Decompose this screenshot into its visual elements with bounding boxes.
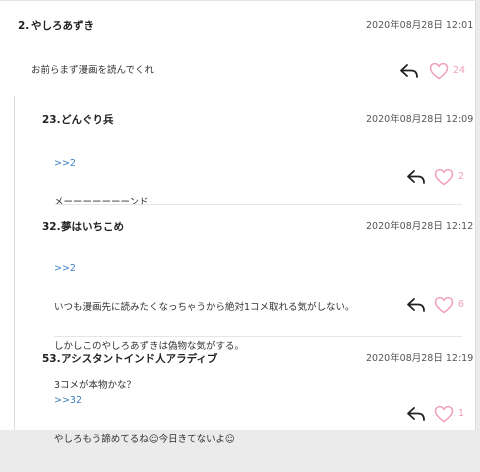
comment-text-line: いつも漫画先に読みたくなっちゃうから絶対1コメ取れる気がしない。 — [54, 302, 355, 313]
comment-author: 夢はいちこめ — [61, 221, 124, 233]
comment-body: >>32 やしろもう諦めてるね☺今日きてないよ☺ — [54, 368, 235, 472]
reply-button[interactable] — [405, 294, 427, 316]
reply-anchor-link[interactable]: >>2 — [54, 262, 355, 275]
comment-author: アシスタントインド人アラディブ — [61, 353, 218, 365]
heart-outline-icon — [434, 405, 454, 423]
comment-date: 2020年08月28日 12:12 — [366, 221, 474, 232]
comment-actions: 2 — [405, 166, 475, 188]
reply-arrow-icon — [407, 407, 425, 421]
comment-date: 2020年08月28日 12:01 — [366, 20, 474, 31]
comment-author: どんぐり兵 — [61, 114, 114, 126]
comment-number: 53. — [42, 353, 61, 365]
reply-button[interactable] — [405, 166, 427, 188]
reply-arrow-icon — [407, 170, 425, 184]
comment-author: やしろあずき — [31, 20, 94, 32]
reply-anchor-link[interactable]: >>2 — [54, 157, 149, 170]
reply-button[interactable] — [398, 60, 420, 82]
heart-outline-icon — [434, 296, 454, 314]
like-button[interactable] — [433, 403, 455, 425]
comment-number: 23. — [42, 114, 61, 126]
comment-date: 2020年08月28日 12:19 — [366, 353, 474, 364]
like-count: 2 — [458, 171, 465, 182]
comment-text-line: お前らまず漫画を読んでくれ — [31, 65, 155, 76]
comment-panel: 2. やしろあずき 2020年08月28日 12:01 お前らまず漫画を読んでく… — [0, 0, 476, 445]
comment-number: 2. — [18, 20, 30, 32]
reply-arrow-icon — [407, 298, 425, 312]
comment-item: 23. どんぐり兵 2020年08月28日 12:09 >>2 メーーーーーーー… — [14, 96, 476, 208]
like-button[interactable] — [433, 166, 455, 188]
comment-number: 32. — [42, 221, 61, 233]
heart-outline-icon — [434, 168, 454, 186]
comment-text-line: やしろもう諦めてるね☺今日きてないよ☺ — [54, 434, 235, 445]
like-count: 6 — [458, 299, 465, 310]
comment-item: 32. 夢はいちこめ 2020年08月28日 12:12 >>2 いつも漫画先に… — [14, 205, 476, 391]
comment-actions: 1 — [405, 403, 475, 425]
like-count: 1 — [458, 408, 465, 419]
like-count: 24 — [453, 65, 466, 76]
like-button[interactable] — [433, 294, 455, 316]
comment-item: 2. やしろあずき 2020年08月28日 12:01 お前らまず漫画を読んでく… — [0, 0, 476, 96]
reply-arrow-icon — [400, 64, 418, 78]
comment-body: お前らまず漫画を読んでくれ — [31, 38, 154, 103]
comment-item: 53. アシスタントインド人アラディブ 2020年08月28日 12:19 >>… — [14, 337, 476, 445]
reply-button[interactable] — [405, 403, 427, 425]
comment-actions: 24 — [398, 60, 476, 82]
heart-outline-icon — [429, 62, 449, 80]
comment-actions: 6 — [405, 294, 475, 316]
reply-anchor-link[interactable]: >>32 — [54, 394, 235, 407]
comment-date: 2020年08月28日 12:09 — [366, 114, 474, 125]
like-button[interactable] — [428, 60, 450, 82]
reply-thread: 23. どんぐり兵 2020年08月28日 12:09 >>2 メーーーーーーー… — [14, 96, 476, 445]
